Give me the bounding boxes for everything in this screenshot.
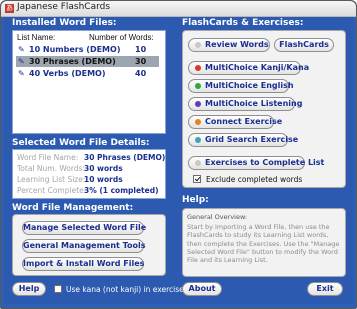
- pencil-icon: ✎: [18, 45, 25, 54]
- teal-dot-icon: [195, 137, 201, 143]
- button-label: About: [188, 284, 216, 293]
- manage-word-file-button[interactable]: Manage Selected Word File: [22, 221, 147, 235]
- management-panel: Manage Selected Word File General Manage…: [12, 214, 166, 276]
- help-text: General Overview: Start by importing a W…: [187, 213, 343, 264]
- help-body: Start by importing a Word File, then use…: [187, 223, 340, 265]
- green-dot-icon: [195, 83, 201, 89]
- main-area: Installed Word Files: List Name: Number …: [4, 17, 353, 304]
- button-label: MultiChoice English: [205, 81, 294, 90]
- list-item[interactable]: ✎ 10 Numbers (DEMO) 10: [16, 44, 159, 55]
- details-panel: Word File Name: 30 Phrases (DEMO) Total …: [12, 149, 166, 199]
- pencil-icon: ✎: [18, 69, 25, 78]
- help-title: Help:: [182, 195, 209, 205]
- flashcards-button[interactable]: FlashCards: [274, 38, 334, 52]
- button-label: Exit: [316, 284, 334, 293]
- detail-value: 10 words: [84, 175, 123, 184]
- list-item[interactable]: ✎ 40 Verbs (DEMO) 40: [16, 68, 159, 79]
- col-name-header: List Name:: [17, 33, 56, 42]
- multichoice-kanji-kana-button[interactable]: MultiChoice Kanji/Kana: [188, 61, 309, 75]
- button-label: FlashCards: [279, 40, 329, 49]
- exercises-panel: Review Words FlashCards MultiChoice Kanj…: [182, 30, 346, 188]
- purple-dot-icon: [195, 101, 201, 107]
- exercises-to-complete-button[interactable]: Exercises to Complete List: [188, 156, 324, 170]
- review-words-button[interactable]: Review Words: [188, 38, 270, 52]
- button-label: General Management Tools: [23, 241, 146, 250]
- installed-title: Installed Word Files:: [12, 18, 117, 28]
- title-bar[interactable]: あ Japanese FlashCards: [1, 1, 356, 17]
- word-file-list[interactable]: List Name: Number of Words: ✎ 10 Numbers…: [12, 30, 166, 134]
- list-item-selected[interactable]: ✎ 30 Phrases (DEMO) 30: [16, 56, 159, 67]
- detail-value: 30 Phrases (DEMO): [84, 153, 166, 162]
- multichoice-english-button[interactable]: MultiChoice English: [188, 79, 294, 93]
- management-title: Word File Management:: [12, 203, 134, 213]
- list-item-count: 10: [135, 45, 147, 54]
- use-kana-checkbox[interactable]: [54, 285, 62, 293]
- import-install-button[interactable]: Import & Install Word Files: [22, 257, 144, 271]
- detail-label: Percent Complete:: [17, 186, 87, 195]
- button-label: Manage Selected Word File: [23, 223, 147, 232]
- about-button[interactable]: About: [182, 282, 222, 296]
- detail-label: Word File Name:: [17, 153, 79, 162]
- pencil-icon: ✎: [18, 57, 25, 66]
- exclude-completed-label: Exclude completed words: [206, 175, 303, 184]
- list-item-name: 10 Numbers (DEMO): [29, 45, 121, 54]
- button-label: Exercises to Complete List: [205, 158, 325, 167]
- exit-button[interactable]: Exit: [307, 282, 343, 296]
- col-count-header: Number of Words:: [89, 33, 154, 42]
- button-label: MultiChoice Listening: [205, 99, 303, 108]
- button-label: Help: [18, 284, 40, 293]
- red-dot-icon: [195, 65, 201, 71]
- window-title: Japanese FlashCards: [17, 2, 111, 12]
- detail-label: Learning List Size:: [17, 175, 86, 184]
- button-label: Import & Install Word Files: [23, 259, 145, 268]
- connect-exercise-button[interactable]: Connect Exercise: [188, 115, 282, 129]
- help-heading: General Overview:: [187, 213, 248, 221]
- detail-value: 30 words: [84, 164, 123, 173]
- dot-icon: [195, 160, 201, 166]
- list-item-count: 30: [135, 57, 147, 66]
- details-title: Selected Word File Details:: [12, 138, 150, 148]
- detail-value: 3% (1 completed): [84, 186, 159, 195]
- list-item-name: 40 Verbs (DEMO): [29, 69, 106, 78]
- detail-label: Total Num. Words:: [17, 164, 86, 173]
- help-panel: General Overview: Start by importing a W…: [182, 208, 346, 277]
- button-label: MultiChoice Kanji/Kana: [205, 63, 310, 72]
- list-item-name: 30 Phrases (DEMO): [29, 57, 116, 66]
- multichoice-listening-button[interactable]: MultiChoice Listening: [188, 97, 302, 111]
- list-item-count: 40: [135, 69, 147, 78]
- exercises-title: FlashCards & Exercises:: [182, 18, 304, 28]
- help-button[interactable]: Help: [12, 282, 46, 296]
- app-window: あ Japanese FlashCards Installed Word Fil…: [0, 0, 357, 309]
- dot-icon: [195, 42, 201, 48]
- app-icon: あ: [5, 4, 14, 13]
- button-label: Review Words: [205, 40, 269, 49]
- button-label: Grid Search Exercise: [205, 135, 299, 144]
- exclude-completed-checkbox[interactable]: [193, 175, 201, 183]
- grid-search-button[interactable]: Grid Search Exercise: [188, 133, 298, 147]
- use-kana-label: Use kana (not kanji) in exercises: [66, 285, 188, 294]
- orange-dot-icon: [195, 119, 201, 125]
- button-label: Connect Exercise: [205, 117, 283, 126]
- general-tools-button[interactable]: General Management Tools: [22, 239, 146, 253]
